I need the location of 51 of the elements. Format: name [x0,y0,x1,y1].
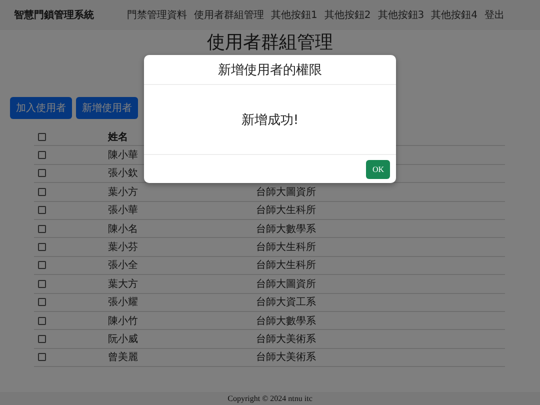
checkbox[interactable] [38,261,46,270]
table-cell-text: 張小欽 [108,166,139,180]
modal-message: 新增成功! [241,112,299,128]
nav-link[interactable]: 門禁管理資料 [127,8,187,22]
nav-link[interactable]: 使用者群組管理 [194,8,264,22]
checkbox[interactable] [38,169,46,178]
table-cell-text: 曾美麗 [108,350,139,364]
nav-link[interactable]: 其他按鈕4 [431,8,478,22]
table-cell-text: 葉大方 [108,278,139,291]
brand-title: 智慧門鎖管理系統 [14,8,95,22]
table-cell-text: 台師大資工系 [256,296,316,310]
nav-link[interactable]: 登出 [484,8,504,22]
table-cell-text: 葉小芬 [108,240,139,254]
table-cell-text: 陳小竹 [108,314,139,328]
page-title: 使用者群組管理 [207,32,333,53]
table-cell-text: 台師大生科所 [256,258,316,272]
nav-link[interactable]: 其他按鈕2 [324,8,371,22]
nav-link[interactable]: 其他按鈕1 [271,8,318,22]
table-cell-text: 台師大數學系 [256,314,316,328]
checkbox[interactable] [38,224,46,233]
table-cell-text: 陳小名 [108,222,139,236]
checkbox[interactable] [38,243,46,252]
nav-link[interactable]: 其他按鈕3 [378,8,424,22]
checkbox[interactable] [38,151,46,160]
checkbox[interactable] [38,334,46,343]
table-cell-text: 張小全 [108,258,139,272]
table-cell-text: 台師大生科所 [256,204,316,218]
table-cell-text: 台師大數學系 [256,222,316,236]
table-cell-text: 陳小華 [108,148,139,162]
modal-title: 新增使用者的權限 [218,62,322,78]
ok-button[interactable]: OK [366,160,390,178]
checkbox[interactable] [38,298,46,306]
table-cell-text: 台師大圖資所 [256,278,316,291]
table-cell-text: 張小華 [108,204,139,218]
footer-text: Copyright © 2024 ntnu itc [228,394,312,403]
table-cell-text: 阮小威 [108,332,139,346]
column-header: 姓名 [108,130,129,144]
table-cell-text: 葉小方 [108,186,139,199]
table-cell-text: 台師大圖資所 [256,186,316,199]
checkbox[interactable] [38,206,46,214]
checkbox[interactable] [38,353,46,362]
action-button[interactable]: 加入使用者 [10,97,72,119]
table-cell-text: 台師大美術系 [256,332,316,346]
table-cell-text: 台師大美術系 [256,350,316,364]
table-cell-text: 張小耀 [108,296,139,310]
checkbox[interactable] [38,188,46,196]
table-cell-text: 台師大生科所 [256,240,316,254]
checkbox[interactable] [38,280,46,288]
action-button[interactable]: 新增使用者 [76,97,138,119]
checkbox[interactable] [38,132,46,141]
checkbox[interactable] [38,316,46,325]
